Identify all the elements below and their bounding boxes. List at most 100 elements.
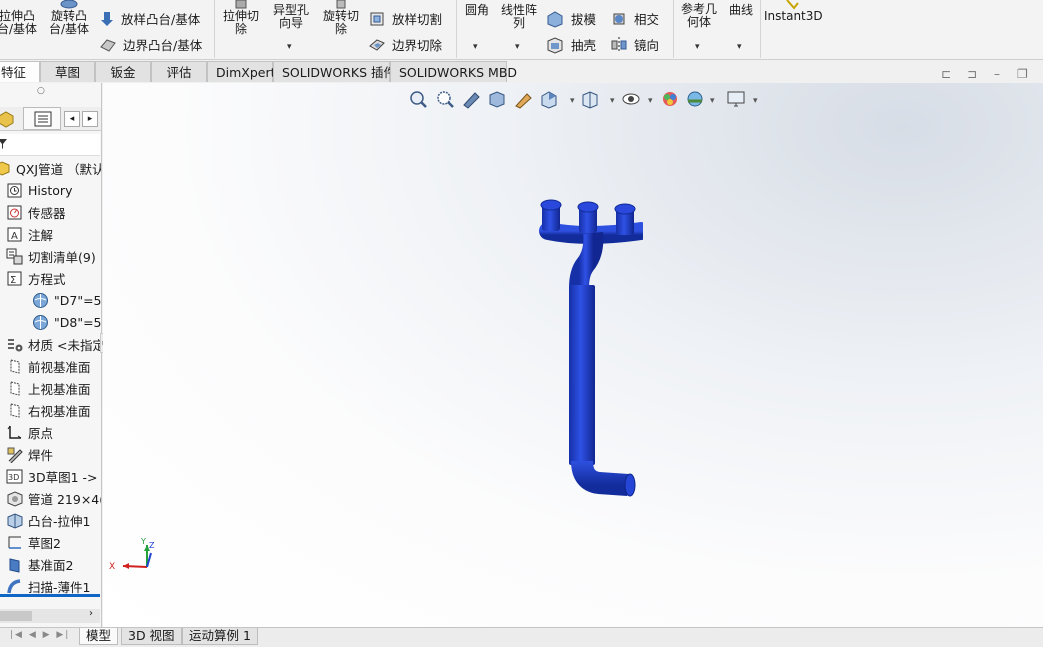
view-orientation-dropdown-icon[interactable]: ▾ <box>570 96 575 106</box>
globe-icon <box>33 292 48 308</box>
scroll-tabs-right-icon[interactable]: ▸ <box>82 111 98 127</box>
loft-cut-button[interactable]: 放样切割 <box>368 9 442 28</box>
scroll-right-icon[interactable]: › <box>89 608 93 619</box>
tree-item[interactable]: "D8"=5r <box>32 311 102 333</box>
tree-item-label: "D8"=5r <box>54 314 102 330</box>
panel-handle-icon[interactable]: ○ <box>37 86 45 96</box>
tree-item[interactable]: "D7"=5r <box>32 289 102 311</box>
revolve-boss-button[interactable]: 旋转凸 台/基体 <box>44 0 94 36</box>
tree-item[interactable]: 传感器 <box>6 201 66 223</box>
feature-manager-tab-icon[interactable] <box>0 110 15 128</box>
apply-scene-dropdown-icon[interactable]: ▾ <box>710 96 715 106</box>
tree-item[interactable]: 原点 <box>6 421 53 443</box>
reference-triad: X Y Z <box>109 537 155 572</box>
tree-item[interactable]: 3D 3D草图1 -> <box>6 465 98 487</box>
history-icon <box>7 183 22 197</box>
tab-solidworks-addins[interactable]: SOLIDWORKS 插件 <box>273 61 396 82</box>
display-style-icon[interactable] <box>582 91 598 109</box>
tab-solidworks-mbd[interactable]: SOLIDWORKS MBD <box>390 61 517 82</box>
tree-item[interactable]: 前视基准面 <box>6 355 91 377</box>
loft-boss-button[interactable]: 放样凸台/基体 <box>99 9 200 28</box>
tile-left-icon[interactable]: ⊏ <box>941 67 951 81</box>
curves-dropdown-icon[interactable]: ▾ <box>737 42 742 52</box>
tree-item-label: 扫描-薄件1 <box>28 579 91 595</box>
filter-box[interactable] <box>0 134 100 156</box>
restore-icon[interactable]: ❐ <box>1017 67 1028 81</box>
tree-item[interactable]: Σ 方程式 <box>6 267 66 289</box>
reference-geometry-button[interactable]: 参考几 何体 <box>677 3 721 29</box>
revolve-cut-button[interactable]: 旋转切 除 <box>318 0 364 36</box>
extrude-boss-label: 拉伸凸 台/基体 <box>0 9 38 36</box>
apply-scene-icon[interactable] <box>687 91 703 107</box>
fillet-button[interactable]: 圆角 <box>460 4 494 17</box>
tab-scroll-arrows[interactable]: |◀ ◀ ▶ ▶| <box>10 630 70 640</box>
linear-pattern-button[interactable]: 线性阵 列 <box>497 4 541 30</box>
tile-right-icon[interactable]: ⊐ <box>967 67 977 81</box>
zoom-to-area-icon[interactable] <box>437 91 454 108</box>
tree-item[interactable]: 右视基准面 <box>6 399 91 421</box>
zoom-to-fit-icon[interactable] <box>410 91 427 108</box>
dynamic-annotation-icon[interactable] <box>515 93 532 109</box>
intersect-button[interactable]: 相交 <box>610 9 659 28</box>
tree-item-label: 3D草图1 -> <box>28 469 98 485</box>
tree-item-label: "D7"=5r <box>54 292 102 308</box>
boundary-cut-button[interactable]: 边界切除 <box>368 35 442 54</box>
view-settings-icon[interactable] <box>727 91 745 107</box>
tab-sketch[interactable]: 草图 <box>40 61 95 82</box>
tree-item[interactable]: 凸台-拉伸1 <box>6 509 90 531</box>
reference-geometry-dropdown-icon[interactable]: ▾ <box>695 42 700 52</box>
tab-sheet-metal[interactable]: 钣金 <box>95 61 151 82</box>
extrude-cut-button[interactable]: 拉伸切 除 <box>218 0 264 36</box>
loft-boss-icon <box>101 11 113 26</box>
tree-item[interactable]: 上视基准面 <box>6 377 91 399</box>
hole-wizard-dropdown-icon[interactable]: ▾ <box>287 42 292 52</box>
tree-item[interactable]: 管道 219×4( <box>6 487 101 509</box>
mirror-label: 镜向 <box>634 38 660 53</box>
scrollbar-thumb[interactable] <box>0 611 32 621</box>
tree-horizontal-scrollbar[interactable]: › <box>0 608 100 623</box>
shell-button[interactable]: 抽壳 <box>545 35 596 54</box>
tree-item-label: 方程式 <box>28 271 66 287</box>
tree-item[interactable]: 草图2 <box>6 531 61 553</box>
view-orientation-icon[interactable] <box>541 91 557 109</box>
scroll-tabs-left-icon[interactable]: ◂ <box>64 111 80 127</box>
hole-wizard-button[interactable]: 异型孔 向导 <box>268 0 314 30</box>
linear-pattern-dropdown-icon[interactable]: ▾ <box>515 42 520 52</box>
instant3d-label: Instant3D <box>764 9 823 23</box>
mirror-button[interactable]: 镜向 <box>610 35 659 54</box>
pipe-model[interactable] <box>533 193 643 503</box>
draft-label: 拔模 <box>571 12 597 27</box>
extrude-boss-button[interactable]: 拉伸凸 台/基体 <box>0 0 38 36</box>
bottom-tab-model[interactable]: 模型 <box>79 628 119 645</box>
tab-features[interactable]: 特征 <box>0 61 40 82</box>
property-manager-tab[interactable] <box>23 107 61 130</box>
curves-button[interactable]: 曲线 <box>724 4 758 17</box>
previous-view-icon[interactable] <box>463 92 480 109</box>
bottom-tab-motion-study[interactable]: 运动算例 1 <box>182 628 258 645</box>
view-settings-dropdown-icon[interactable]: ▾ <box>753 96 758 106</box>
instant3d-button[interactable]: Instant3D <box>764 0 823 23</box>
tree-item[interactable]: 焊件 <box>6 443 53 465</box>
tree-item[interactable]: 切割清单(9) <box>6 245 96 267</box>
loft-boss-label: 放样凸台/基体 <box>121 12 201 27</box>
section-view-icon[interactable] <box>489 91 505 108</box>
tree-item[interactable]: 基准面2 <box>6 553 73 575</box>
graphics-area[interactable]: ▾ ▾ ▾ ▾ ▾ X Y Z <box>103 83 1043 627</box>
hide-show-items-icon[interactable] <box>622 93 640 105</box>
tab-evaluate[interactable]: 评估 <box>151 61 207 82</box>
tab-evaluate-label: 评估 <box>166 65 192 80</box>
tab-dimxpert[interactable]: DimXpert <box>207 61 276 82</box>
hide-show-dropdown-icon[interactable]: ▾ <box>648 96 653 106</box>
edit-appearance-icon[interactable] <box>663 92 677 106</box>
draft-button[interactable]: 拔模 <box>545 9 596 28</box>
bottom-tab-3d-view[interactable]: 3D 视图 <box>121 628 182 645</box>
fillet-dropdown-icon[interactable]: ▾ <box>473 42 478 52</box>
boundary-boss-button[interactable]: 边界凸台/基体 <box>99 35 202 54</box>
tree-root-part[interactable]: QXJ管道 （默认< <box>0 157 101 179</box>
display-style-dropdown-icon[interactable]: ▾ <box>610 96 615 106</box>
tree-item[interactable]: History <box>6 179 72 201</box>
minimize-icon[interactable]: – <box>994 67 1000 81</box>
plane-icon <box>10 358 20 374</box>
tree-item[interactable]: 材质 <未指定 <box>6 333 101 355</box>
tree-item[interactable]: A 注解 <box>6 223 53 245</box>
